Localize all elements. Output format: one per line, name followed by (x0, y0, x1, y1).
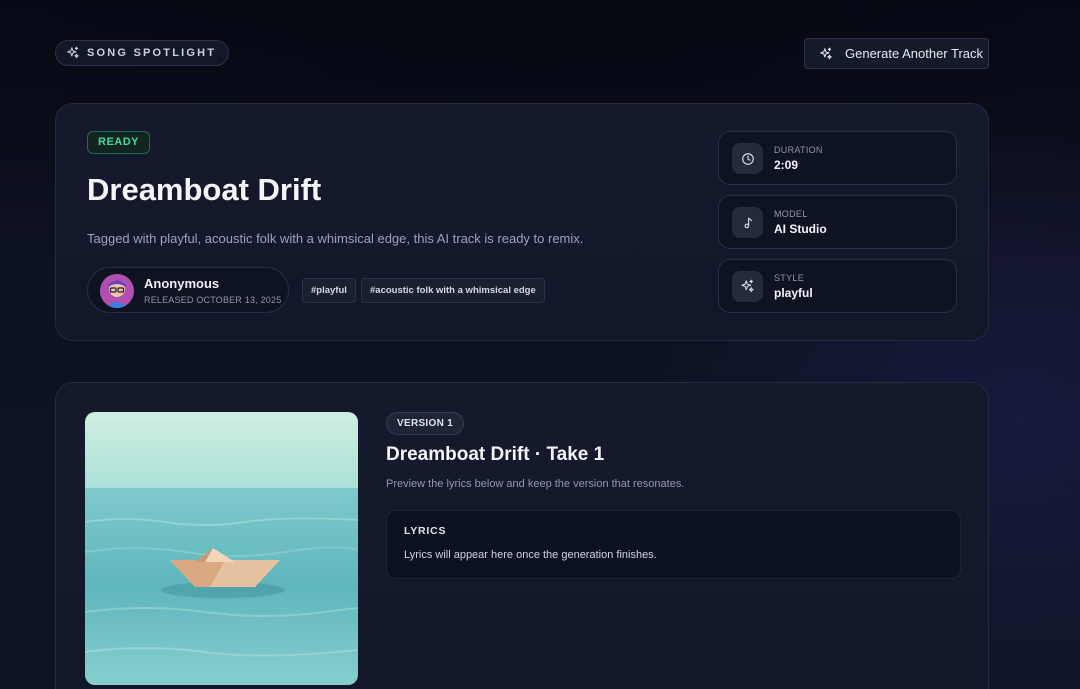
stat-card-duration: DURATION 2:09 (718, 131, 957, 185)
track-hero-card: READY Dreamboat Drift Tagged with playfu… (55, 103, 989, 341)
artist-name: Anonymous (144, 276, 220, 291)
version-title: Dreamboat Drift · Take 1 (386, 444, 605, 465)
artist-pill[interactable]: Anonymous RELEASED OCTOBER 13, 2025 (87, 267, 289, 313)
song-spotlight-pill: SONG SPOTLIGHT (55, 40, 230, 66)
generate-another-track-button[interactable]: Generate Another Track (804, 38, 989, 69)
tag-chip-playful[interactable]: #playful (302, 278, 356, 303)
track-description: Tagged with playful, acoustic folk with … (87, 231, 584, 246)
stat-card-style: STYLE playful (718, 259, 957, 313)
stat-icon-box (732, 143, 763, 174)
stat-value: AI Studio (774, 222, 827, 236)
stat-label: DURATION (774, 145, 823, 155)
song-spotlight-label: SONG SPOTLIGHT (87, 47, 217, 59)
stat-card-model: MODEL AI Studio (718, 195, 957, 249)
lyrics-heading: LYRICS (404, 525, 447, 537)
version-card: VERSION 1 Dreamboat Drift · Take 1 Previ… (55, 382, 989, 689)
tag-chip-acoustic-folk[interactable]: #acoustic folk with a whimsical edge (361, 278, 545, 303)
lyrics-text: Lyrics will appear here once the generat… (404, 549, 657, 561)
sparkles-icon (66, 46, 80, 60)
cover-art-image (85, 412, 358, 685)
clock-icon (741, 152, 755, 166)
version-badge: VERSION 1 (386, 412, 465, 435)
lyrics-panel: LYRICS Lyrics will appear here once the … (386, 510, 961, 579)
version-description: Preview the lyrics below and keep the ve… (386, 478, 685, 490)
sparkles-icon (819, 47, 833, 61)
stat-label: MODEL (774, 209, 808, 219)
stat-icon-box (732, 271, 763, 302)
stat-label: STYLE (774, 273, 805, 283)
stat-icon-box (732, 207, 763, 238)
music-note-icon (741, 216, 755, 230)
status-badge: READY (87, 131, 151, 154)
release-date: RELEASED OCTOBER 13, 2025 (144, 295, 282, 305)
track-title: Dreamboat Drift (87, 172, 322, 207)
avatar (100, 274, 134, 308)
stat-value: playful (774, 286, 813, 300)
generate-another-track-label: Generate Another Track (845, 46, 984, 61)
stat-value: 2:09 (774, 158, 799, 172)
sparkles-icon (740, 279, 755, 294)
